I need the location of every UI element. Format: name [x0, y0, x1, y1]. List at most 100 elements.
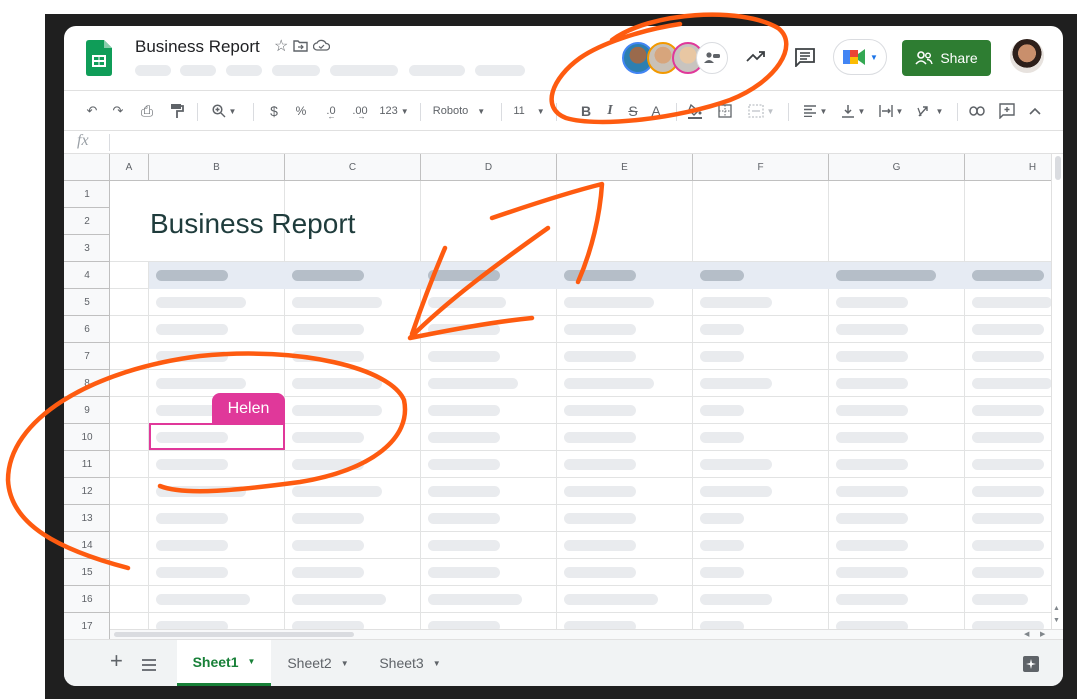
- font-size-select[interactable]: 11 ▼: [508, 91, 550, 131]
- cell-placeholder[interactable]: [156, 540, 228, 551]
- column-header-g[interactable]: G: [829, 154, 965, 181]
- cell-placeholder[interactable]: [156, 297, 246, 308]
- account-avatar[interactable]: [1010, 39, 1044, 73]
- undo-icon[interactable]: ↶: [80, 91, 104, 131]
- cell-placeholder[interactable]: [428, 486, 500, 497]
- text-rotation-icon[interactable]: ▼: [912, 91, 948, 131]
- row-header-9[interactable]: 9: [64, 397, 110, 424]
- percent-format-button[interactable]: %: [290, 91, 312, 131]
- cell-placeholder[interactable]: [700, 297, 772, 308]
- cell-placeholder[interactable]: [428, 513, 500, 524]
- document-title[interactable]: Business Report: [135, 37, 260, 57]
- cell-placeholder[interactable]: [836, 324, 908, 335]
- cell-placeholder[interactable]: [700, 540, 744, 551]
- cell-placeholder[interactable]: [700, 378, 772, 389]
- insert-comment-icon[interactable]: [995, 91, 1019, 131]
- cell-placeholder[interactable]: [972, 351, 1044, 362]
- sheet-heading[interactable]: Business Report: [150, 208, 355, 240]
- comments-icon[interactable]: [794, 47, 816, 67]
- cell-placeholder[interactable]: [156, 351, 228, 362]
- zoom-control[interactable]: ▼: [205, 91, 243, 131]
- cell-placeholder[interactable]: [700, 459, 772, 470]
- row-header-17[interactable]: 17: [64, 613, 110, 639]
- vertical-scrollbar[interactable]: ▲ ▼: [1051, 154, 1063, 629]
- star-icon[interactable]: ☆: [274, 36, 288, 56]
- horizontal-scrollbar[interactable]: ◀ ▶: [110, 629, 1063, 639]
- row-header-3[interactable]: 3: [64, 235, 110, 262]
- cell-placeholder[interactable]: [156, 567, 228, 578]
- strikethrough-button[interactable]: S: [623, 91, 643, 131]
- cell-placeholder[interactable]: [564, 540, 636, 551]
- currency-format-button[interactable]: $: [263, 91, 285, 131]
- collapse-toolbar-icon[interactable]: [1024, 91, 1046, 131]
- row-header-14[interactable]: 14: [64, 532, 110, 559]
- cell-placeholder[interactable]: [564, 351, 636, 362]
- cell-placeholder[interactable]: [972, 540, 1044, 551]
- tab-sheet1[interactable]: Sheet1 ▼: [177, 640, 271, 686]
- cell-placeholder[interactable]: [836, 297, 908, 308]
- cell-placeholder[interactable]: [700, 486, 772, 497]
- cell-placeholder[interactable]: [836, 432, 908, 443]
- cell-placeholder[interactable]: [292, 513, 364, 524]
- more-collaborators-icon[interactable]: [696, 42, 728, 74]
- cell-placeholder[interactable]: [972, 432, 1044, 443]
- cell-placeholder[interactable]: [292, 378, 382, 389]
- increase-decimal-button[interactable]: .00 →: [344, 91, 374, 131]
- merge-cells-icon[interactable]: ▼: [743, 91, 779, 131]
- cell-placeholder[interactable]: [428, 351, 500, 362]
- row-header-4[interactable]: 4: [64, 262, 110, 289]
- row-header-15[interactable]: 15: [64, 559, 110, 586]
- sheets-logo-icon[interactable]: [86, 40, 112, 76]
- cell-placeholder[interactable]: [700, 432, 744, 443]
- cell-placeholder[interactable]: [292, 405, 382, 416]
- cell-placeholder[interactable]: [700, 567, 744, 578]
- cell-placeholder[interactable]: [700, 594, 772, 605]
- cell-placeholder[interactable]: [836, 405, 908, 416]
- column-header-f[interactable]: F: [693, 154, 829, 181]
- cell-placeholder[interactable]: [972, 513, 1044, 524]
- cell-placeholder[interactable]: [836, 567, 908, 578]
- column-header-h[interactable]: H: [965, 154, 1063, 181]
- cell-placeholder[interactable]: [292, 567, 364, 578]
- fill-color-icon[interactable]: [685, 91, 705, 131]
- bold-button[interactable]: B: [576, 91, 596, 131]
- cell-placeholder[interactable]: [972, 486, 1044, 497]
- text-wrapping-icon[interactable]: ▼: [874, 91, 908, 131]
- cell-placeholder[interactable]: [564, 459, 636, 470]
- scroll-down-icon[interactable]: ▼: [1053, 617, 1060, 624]
- cell-placeholder[interactable]: [564, 486, 636, 497]
- cell-placeholder[interactable]: [564, 405, 636, 416]
- cell-placeholder[interactable]: [972, 405, 1044, 416]
- cell-placeholder[interactable]: [564, 378, 654, 389]
- cell-placeholder[interactable]: [564, 567, 636, 578]
- vertical-align-icon[interactable]: ▼: [836, 91, 870, 131]
- cell-placeholder[interactable]: [564, 513, 636, 524]
- scroll-left-icon[interactable]: ◀: [1024, 630, 1029, 638]
- column-header-c[interactable]: C: [285, 154, 421, 181]
- cell-placeholder[interactable]: [428, 297, 506, 308]
- cell-placeholder[interactable]: [972, 297, 1052, 308]
- cell-placeholder[interactable]: [836, 486, 908, 497]
- row-header-7[interactable]: 7: [64, 343, 110, 370]
- row-header-16[interactable]: 16: [64, 586, 110, 613]
- cell-placeholder[interactable]: [292, 459, 364, 470]
- row-header-2[interactable]: 2: [64, 208, 110, 235]
- cell-placeholder[interactable]: [836, 594, 908, 605]
- cell-placeholder[interactable]: [428, 432, 500, 443]
- cell-placeholder[interactable]: [292, 486, 382, 497]
- cell-placeholder[interactable]: [564, 297, 654, 308]
- cell-placeholder[interactable]: [292, 540, 364, 551]
- cell-placeholder[interactable]: [972, 324, 1044, 335]
- horizontal-scroll-thumb[interactable]: [114, 632, 354, 637]
- column-header-a[interactable]: A: [110, 154, 149, 181]
- cell-placeholder[interactable]: [428, 324, 500, 335]
- text-color-button[interactable]: A: [646, 91, 666, 131]
- cell-placeholder[interactable]: [428, 405, 500, 416]
- cell-placeholder[interactable]: [428, 594, 522, 605]
- cell-placeholder[interactable]: [836, 378, 908, 389]
- row-header-6[interactable]: 6: [64, 316, 110, 343]
- cell-placeholder[interactable]: [972, 378, 1052, 389]
- cell-placeholder[interactable]: [836, 513, 908, 524]
- paint-format-icon[interactable]: [165, 91, 189, 131]
- cell-placeholder[interactable]: [292, 594, 386, 605]
